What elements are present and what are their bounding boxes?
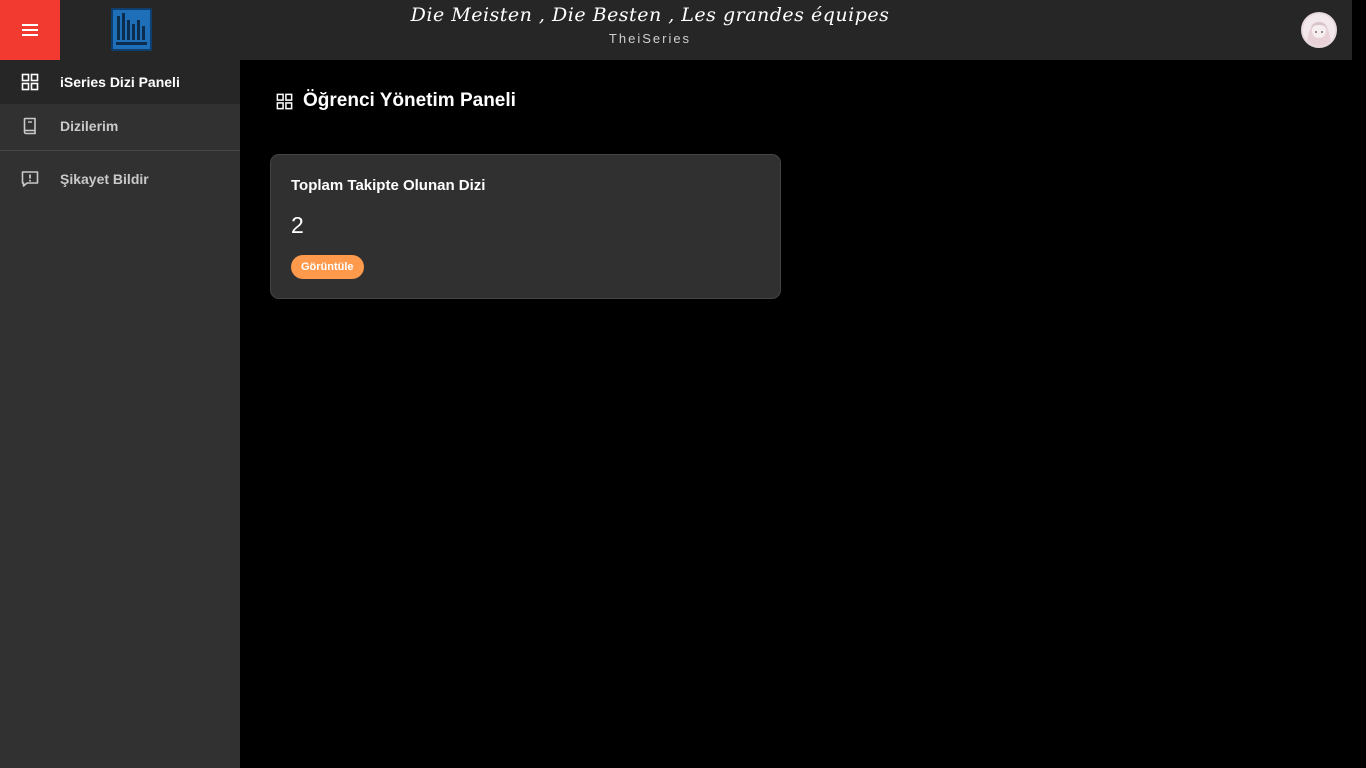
page-title: Öğrenci Yönetim Paneli — [275, 90, 516, 112]
card-title: Toplam Takipte Olunan Dizi — [291, 177, 486, 194]
sidebar-divider — [0, 150, 240, 151]
user-avatar[interactable] — [1301, 12, 1337, 48]
report-icon — [20, 169, 40, 189]
top-bar: Die Meisten , Die Besten , Les grandes é… — [0, 0, 1352, 60]
avatar-image — [1303, 14, 1335, 46]
sidebar-item-label: iSeries Dizi Paneli — [60, 74, 180, 90]
sidebar-item-sikayet-bildir[interactable]: Şikayet Bildir — [0, 157, 240, 201]
sidebar: iSeries Dizi Paneli Dizilerim Şikayet Bi… — [0, 60, 240, 768]
stats-card: Toplam Takipte Olunan Dizi 2 Görüntüle — [270, 154, 781, 299]
book-icon — [20, 116, 40, 136]
header-slogan: Die Meisten , Die Besten , Les grandes é… — [410, 4, 890, 26]
dashboard-grid-icon — [20, 72, 40, 92]
sidebar-item-label: Şikayet Bildir — [60, 171, 149, 187]
sidebar-item-dizilerim[interactable]: Dizilerim — [0, 104, 240, 148]
page-title-text: Öğrenci Yönetim Paneli — [303, 90, 516, 111]
header-brand: TheiSeries — [608, 31, 692, 46]
sidebar-item-label: Dizilerim — [60, 118, 119, 134]
card-value: 2 — [291, 212, 304, 238]
dashboard-grid-icon — [276, 93, 293, 109]
view-button[interactable]: Görüntüle — [291, 255, 364, 279]
sidebar-item-dizi-paneli[interactable]: iSeries Dizi Paneli — [0, 60, 240, 104]
scrollbar-track[interactable] — [1352, 0, 1366, 768]
